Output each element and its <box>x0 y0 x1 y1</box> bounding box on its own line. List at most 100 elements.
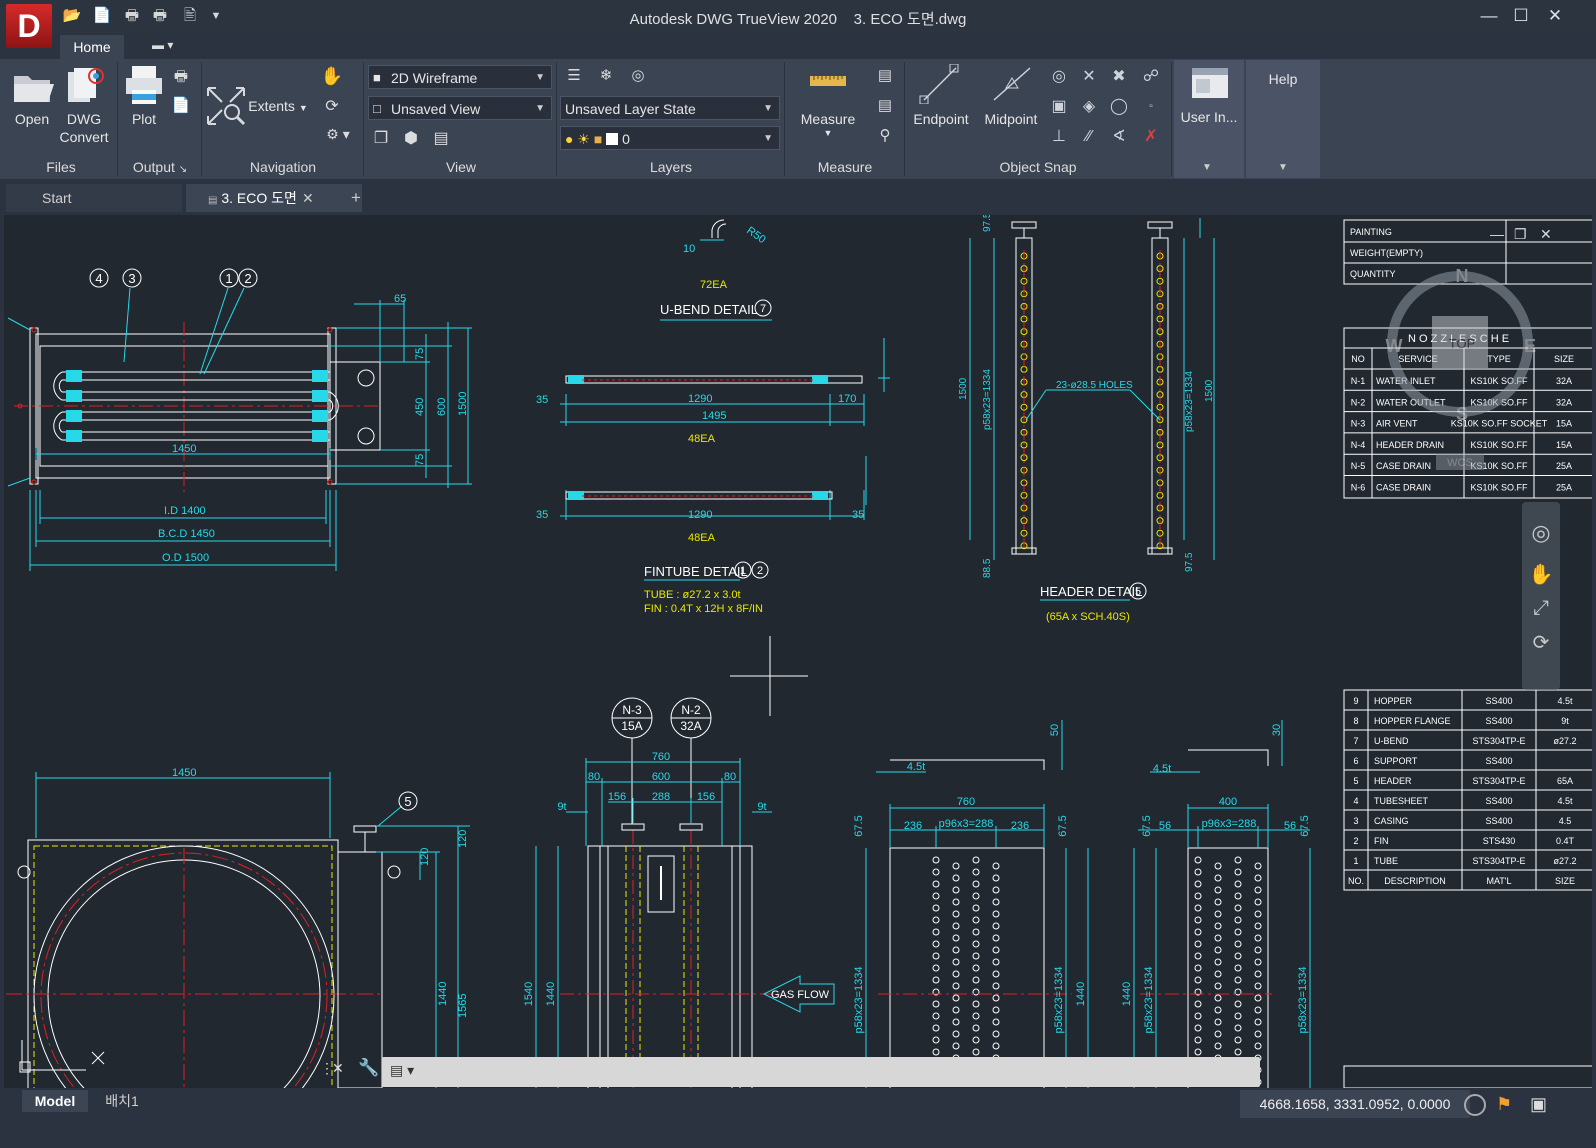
viewport-close-icon[interactable]: ✕ <box>1540 226 1552 243</box>
tab-document[interactable]: ▤ 3. ECO 도면 ✕ <box>186 184 362 212</box>
hole <box>1234 880 1242 888</box>
maximize-icon[interactable]: ☐ <box>1506 4 1536 28</box>
layer-state-dropdown[interactable]: Unsaved Layer State ▼ <box>560 96 780 120</box>
detail-title: HEADER DETAIL <box>1040 584 1142 599</box>
midpoint-snap-icon[interactable] <box>990 64 1034 104</box>
open-button[interactable]: Open <box>6 110 58 128</box>
named-view-dropdown[interactable]: □ Unsaved View ▼ <box>368 96 552 120</box>
zoom-extents-icon[interactable]: ⤢ <box>1522 597 1560 620</box>
drawing-canvas[interactable]: 1450 I.D 1400 B.C.D 1450 O.D 1500 65 75 … <box>4 215 1592 1088</box>
fullscreen-icon[interactable]: ▣ <box>1530 1094 1547 1115</box>
view-cube-toggle-icon[interactable]: ❐ <box>370 128 392 150</box>
nearest-snap-icon[interactable]: ▫ <box>1140 96 1162 118</box>
dim-text: 120 <box>457 830 469 848</box>
user-interface-icon[interactable] <box>1186 64 1232 104</box>
view-manager-icon[interactable]: ▤ <box>430 128 452 150</box>
chevron-down-icon[interactable]: ▼ <box>1202 162 1212 173</box>
endpoint-button[interactable]: Endpoint <box>906 110 976 128</box>
dim-text: p58x23=1334 <box>1053 967 1065 1034</box>
current-layer-dropdown[interactable]: ● ☀ ■ 0 ▼ <box>560 126 780 150</box>
quadrant-snap-icon[interactable]: ◈ <box>1078 96 1100 118</box>
layer-freeze-icon[interactable]: ❄ <box>594 66 618 88</box>
table-cell: N-1 <box>1351 376 1366 386</box>
coordinates-readout[interactable]: 4668.1658, 3331.0952, 0.0000 <box>1240 1090 1470 1118</box>
viewport-restore-icon[interactable]: ❐ <box>1514 226 1527 243</box>
dim-text: p58x23=1334 <box>853 967 865 1034</box>
table-header-cell: NO. <box>1348 876 1364 886</box>
help-button[interactable]: Help <box>1246 70 1320 88</box>
dim-text: p58x23=1334 <box>1184 371 1195 432</box>
hole <box>952 910 960 918</box>
ribbon-tab-options-icon[interactable]: ▬ ▾ <box>152 38 192 56</box>
command-close-icon[interactable]: ✕ <box>332 1060 344 1077</box>
apparent-intersection-icon[interactable]: ✖ <box>1108 66 1130 88</box>
pan-hand-icon[interactable]: ✋ <box>1522 562 1560 587</box>
plot-icon[interactable] <box>122 64 166 106</box>
orbit-icon[interactable]: ⟳ <box>1522 630 1560 655</box>
measure-button[interactable]: Measure ▼ <box>794 110 862 138</box>
hole <box>1194 1024 1202 1032</box>
hole <box>1214 1018 1222 1026</box>
output-panel-title[interactable]: Output ↘ <box>120 159 200 179</box>
chevron-down-icon[interactable]: ▼ <box>299 103 308 113</box>
command-line-input[interactable]: ▤ ▾ <box>382 1057 1260 1087</box>
plot-button[interactable]: Plot <box>120 110 168 128</box>
extension-snap-icon[interactable]: ∢ <box>1108 126 1130 148</box>
dwg-convert-button[interactable]: DWG Convert <box>56 110 112 146</box>
layout-tab-model[interactable]: Model <box>22 1090 88 1112</box>
spec-text: (65A x SCH.40S) <box>1046 611 1130 623</box>
extents-button[interactable]: Extents ▼ <box>246 97 310 117</box>
quick-measure-icon[interactable]: ⚲ <box>874 126 896 148</box>
chevron-down-icon[interactable]: ▼ <box>1278 162 1288 173</box>
orbit-icon[interactable]: ⟳ <box>320 96 344 118</box>
midpoint-button[interactable]: Midpoint <box>976 110 1046 128</box>
layer-properties-icon[interactable]: ☰ <box>562 66 586 88</box>
viewport-minimize-icon[interactable]: — <box>1490 226 1504 242</box>
steering-wheel-icon[interactable]: ◎ <box>1522 520 1560 546</box>
minimize-icon[interactable]: — <box>1474 4 1504 28</box>
snap-settings-icon[interactable]: ☍ <box>1140 66 1162 88</box>
clear-snap-icon[interactable]: ✗ <box>1140 126 1162 148</box>
nozzle-tag-size: 15A <box>621 719 642 733</box>
ruler-icon[interactable] <box>808 70 848 90</box>
annotation-monitor-icon[interactable]: ⚑ <box>1496 1094 1512 1115</box>
tab-start[interactable]: Start <box>6 184 182 212</box>
node-snap-icon[interactable]: ▣ <box>1048 96 1070 118</box>
chevron-down-icon[interactable]: ▼ <box>794 128 862 138</box>
batch-plot-icon[interactable]: 🖶 <box>170 66 192 86</box>
zoom-extents-icon[interactable] <box>204 84 248 128</box>
steering-wheel-icon[interactable]: ⚙ ▾ <box>320 126 356 148</box>
page-setup-icon[interactable]: 📄 <box>170 96 192 116</box>
hole <box>992 934 1000 942</box>
list-icon[interactable]: ▤ <box>874 66 896 88</box>
hole <box>1234 916 1242 924</box>
table-cell: 32A <box>1556 376 1572 386</box>
tangent-snap-icon[interactable]: ◯ <box>1108 96 1130 118</box>
endpoint-snap-icon[interactable] <box>918 63 962 105</box>
layer-isolate-icon[interactable]: ◎ <box>626 66 650 88</box>
table-cell: STS430 <box>1483 836 1516 846</box>
customize-wrench-icon[interactable]: 🔧 <box>358 1058 379 1078</box>
close-icon[interactable]: ✕ <box>1540 4 1570 28</box>
isolate-objects-icon[interactable] <box>1464 1094 1486 1116</box>
parallel-snap-icon[interactable]: ∕∕ <box>1078 126 1100 148</box>
3d-view-icon[interactable]: ⬢ <box>400 128 422 150</box>
visual-style-dropdown[interactable]: ■ 2D Wireframe ▼ <box>368 65 552 89</box>
pan-hand-icon[interactable]: ✋ <box>320 66 344 88</box>
header-holes <box>1020 252 1164 550</box>
center-snap-icon[interactable]: ◎ <box>1048 66 1070 88</box>
command-prompt-icon[interactable]: ▤ ▾ <box>390 1062 414 1079</box>
intersection-snap-icon[interactable]: ✕ <box>1078 66 1100 88</box>
open-folder-icon[interactable] <box>10 66 54 106</box>
close-tab-icon[interactable]: ✕ <box>302 184 314 212</box>
perpendicular-snap-icon[interactable]: ⊥ <box>1048 126 1070 148</box>
dwg-convert-icon[interactable] <box>62 66 106 106</box>
id-point-icon[interactable]: ▤ <box>874 96 896 118</box>
layout-tab-layout1[interactable]: 배치1 <box>92 1090 152 1112</box>
output-launcher-icon[interactable]: ↘ <box>179 164 187 175</box>
ribbon-tab-home[interactable]: Home <box>60 35 124 59</box>
navigation-panel-title: Navigation <box>249 159 317 175</box>
new-tab-icon[interactable]: + <box>346 188 366 208</box>
user-interface-button[interactable]: User In... <box>1174 108 1244 126</box>
dim-text: 30 <box>1271 724 1283 736</box>
